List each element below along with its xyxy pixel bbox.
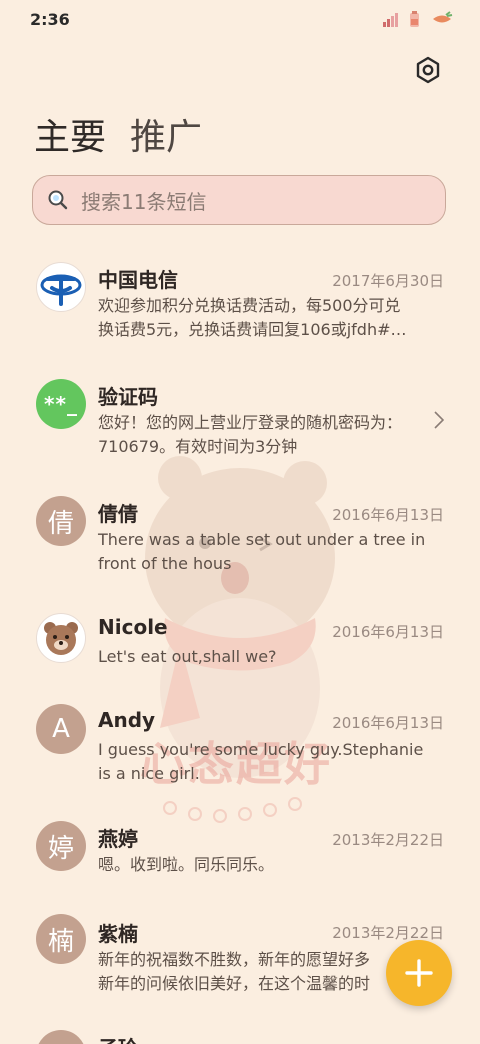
list-item[interactable]: 婷 燕婷 2013年2月22日 嗯。收到啦。同乐同乐。 (0, 809, 480, 901)
message-date: 2013年2月22日 (332, 831, 444, 849)
list-item[interactable]: **_ 验证码 您好！您的网上营业厅登录的随机密码为： 710679。有效时间为… (0, 365, 480, 481)
message-preview: I guess you're some lucky guy.Stephanie … (98, 738, 446, 786)
preview-line: 嗯。收到啦。同乐同乐。 (98, 855, 275, 874)
contact-name: Andy (98, 708, 156, 732)
tab-promotions[interactable]: 推广 (130, 108, 202, 160)
plus-icon (405, 959, 433, 987)
list-item[interactable]: 中国电信 2017年6月30日 欢迎参加积分兑换话费活动，每500分可兑 换话费… (0, 248, 480, 364)
preview-line: I guess you're some lucky guy.Stephanie (98, 740, 424, 759)
signal-icon (383, 13, 398, 27)
message-date: 2016年6月13日 (332, 714, 444, 732)
avatar: A (36, 704, 86, 754)
preview-line: 710679。有效时间为3分钟 (98, 437, 298, 456)
preview-line: 欢迎参加积分兑换话费活动，每500分可兑 (98, 296, 401, 315)
contact-name: 中国电信 (98, 268, 178, 292)
message-preview: There was a table set out under a tree i… (98, 528, 446, 576)
status-bar: 2:36 (0, 0, 480, 42)
search-icon (48, 190, 68, 210)
bear-face-icon (44, 622, 78, 655)
status-time: 2:36 (30, 10, 70, 29)
avatar: 楠 (36, 914, 86, 964)
avatar: 婷 (36, 821, 86, 871)
compose-button[interactable] (386, 940, 452, 1006)
preview-line: is a nice girl. (98, 764, 200, 783)
list-item[interactable]: Nicole 2016年6月13日 Let's eat out,shall we… (0, 599, 480, 691)
search-placeholder: 搜索11条短信 (81, 189, 207, 214)
contact-name: 燕婷 (98, 827, 138, 851)
avatar: **_ (36, 379, 86, 429)
preview-line: Let's eat out,shall we? (98, 647, 277, 666)
preview-line: 新年的问候依旧美好，在这个温馨的时 (98, 974, 371, 993)
preview-line: front of the hous (98, 554, 232, 573)
message-preview: 欢迎参加积分兑换话费活动，每500分可兑 换话费5元，兑换话费请回复106或jf… (98, 294, 446, 342)
contact-name: 紫楠 (98, 922, 138, 946)
preview-line: There was a table set out under a tree i… (98, 530, 426, 549)
wifi-icon (410, 11, 419, 27)
contact-name: 验证码 (98, 385, 158, 409)
avatar: 倩 (36, 496, 86, 546)
message-date: 2013年2月22日 (332, 924, 444, 942)
china-telecom-logo-icon (40, 274, 82, 306)
preview-line: 新年的祝福数不胜数，新年的愿望好多 (98, 950, 371, 969)
avatar (36, 1030, 86, 1044)
battery-icon (433, 11, 453, 23)
preview-line: 您好！您的网上营业厅登录的随机密码为： (98, 413, 403, 432)
gear-icon[interactable] (414, 56, 442, 84)
contact-name: Nicole (98, 615, 168, 639)
search-input[interactable]: 搜索11条短信 (32, 175, 446, 225)
bear-avatar (36, 613, 86, 663)
message-preview: 嗯。收到啦。同乐同乐。 (98, 853, 446, 877)
message-date: 2016年6月13日 (332, 506, 444, 524)
message-preview: 新年的祝福数不胜数，新年的愿望好多 新年的问候依旧美好，在这个温馨的时 (98, 948, 398, 996)
preview-line: 换话费5元，兑换话费请回复106或jfdh#… (98, 320, 407, 339)
message-date: 2017年6月30日 (332, 272, 444, 290)
contact-name: 子玲 (98, 1032, 138, 1044)
tab-primary[interactable]: 主要 (34, 108, 106, 160)
contact-name: 倩倩 (98, 502, 138, 526)
list-item[interactable]: A Andy 2016年6月13日 I guess you're some lu… (0, 692, 480, 808)
status-icons (382, 10, 454, 28)
list-item[interactable]: 子玲 (0, 1024, 480, 1044)
list-item[interactable]: 倩 倩倩 2016年6月13日 There was a table set ou… (0, 482, 480, 598)
message-date: 2016年6月13日 (332, 623, 444, 641)
message-preview: Let's eat out,shall we? (98, 645, 446, 669)
tab-bar: 主要 推广 (34, 108, 202, 160)
telecom-logo-avatar (36, 262, 86, 312)
message-preview: 您好！您的网上营业厅登录的随机密码为： 710679。有效时间为3分钟 (98, 411, 438, 459)
